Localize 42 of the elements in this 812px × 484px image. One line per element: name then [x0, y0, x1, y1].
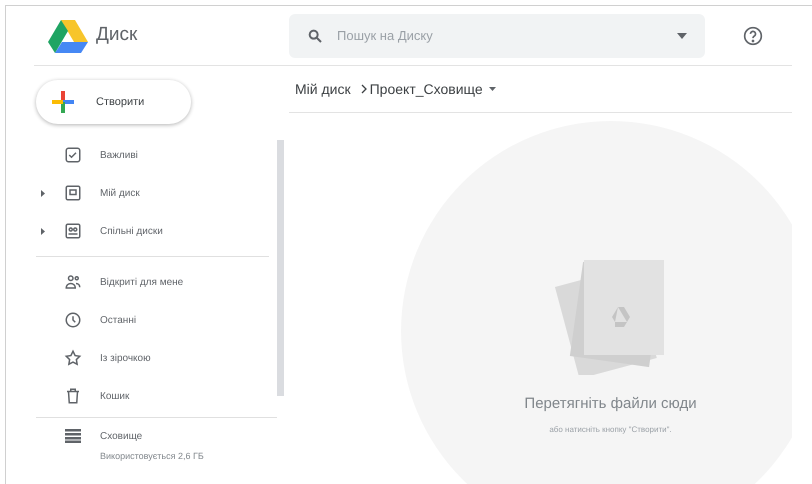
- checkbox-icon: [64, 146, 82, 164]
- search-bar[interactable]: Пошук на Диску: [289, 14, 705, 58]
- sidebar-label: Відкриті для мене: [100, 276, 184, 290]
- sidebar-item[interactable]: Спільні диски: [36, 212, 269, 250]
- sidebar-label: Із зірочкою: [100, 352, 151, 366]
- sidebar-item[interactable]: Кошик: [36, 377, 269, 415]
- shared-drive-icon: [64, 222, 82, 240]
- sidebar-item[interactable]: Сховище: [36, 424, 277, 448]
- scrollbar[interactable]: [277, 140, 284, 396]
- sidebar-label: Спільні диски: [100, 224, 163, 238]
- trash-icon: [64, 387, 82, 405]
- clock-icon: [64, 311, 82, 329]
- sidebar-label: Кошик: [100, 390, 130, 404]
- breadcrumb-item[interactable]: Проект_Сховище: [370, 78, 483, 100]
- sidebar-item[interactable]: Останні: [36, 301, 269, 339]
- create-button[interactable]: Створити: [36, 80, 191, 124]
- expand-arrow-icon[interactable]: [41, 190, 45, 196]
- app-name: Диск: [96, 23, 138, 48]
- people-icon: [64, 273, 82, 291]
- breadcrumb-item[interactable]: Мій диск: [295, 78, 351, 100]
- drive-logo-icon: [48, 18, 88, 52]
- empty-state-title: Перетягніть файли сюди: [524, 394, 697, 414]
- sidebar-label: Мій диск: [100, 186, 140, 200]
- storage-icon: [65, 429, 81, 443]
- empty-state-subtitle: або натисніть кнопку "Створити".: [549, 424, 672, 436]
- sidebar-item[interactable]: Відкриті для мене: [36, 263, 269, 301]
- chevron-right-icon: [360, 84, 367, 94]
- expand-arrow-icon[interactable]: [41, 228, 45, 234]
- sidebar-item[interactable]: Мій диск: [36, 174, 269, 212]
- sidebar-item[interactable]: Важливі: [36, 136, 269, 174]
- plus-icon: [52, 91, 74, 113]
- search-icon: [307, 28, 323, 44]
- sidebar-item[interactable]: Із зірочкою: [36, 339, 269, 377]
- storage-usage: Використовується 2,6 ГБ: [100, 451, 204, 461]
- search-field[interactable]: Пошук на Диску: [337, 26, 663, 46]
- sidebar-label: Останні: [100, 314, 136, 328]
- help-icon[interactable]: [743, 26, 763, 46]
- dropdown-caret-icon[interactable]: [677, 32, 687, 38]
- sidebar-label: Важливі: [100, 148, 138, 162]
- drive-icon: [64, 184, 82, 202]
- star-icon: [64, 349, 82, 367]
- caret-icon[interactable]: [488, 87, 496, 91]
